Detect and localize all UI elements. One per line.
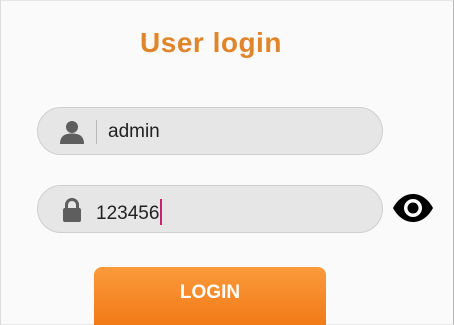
password-input[interactable]: 123456 bbox=[96, 199, 163, 225]
field-divider bbox=[96, 120, 97, 144]
user-icon bbox=[58, 120, 86, 144]
login-panel: User login admin 123456 LOGIN bbox=[0, 0, 454, 325]
password-field[interactable]: 123456 bbox=[37, 185, 383, 233]
username-field[interactable]: admin bbox=[37, 107, 383, 155]
eye-icon[interactable] bbox=[391, 193, 435, 223]
page-title: User login bbox=[140, 27, 282, 58]
lock-icon bbox=[58, 198, 86, 222]
text-caret bbox=[160, 199, 163, 225]
login-button[interactable]: LOGIN bbox=[94, 267, 326, 325]
password-value: 123456 bbox=[96, 203, 160, 224]
username-value[interactable]: admin bbox=[108, 121, 160, 143]
